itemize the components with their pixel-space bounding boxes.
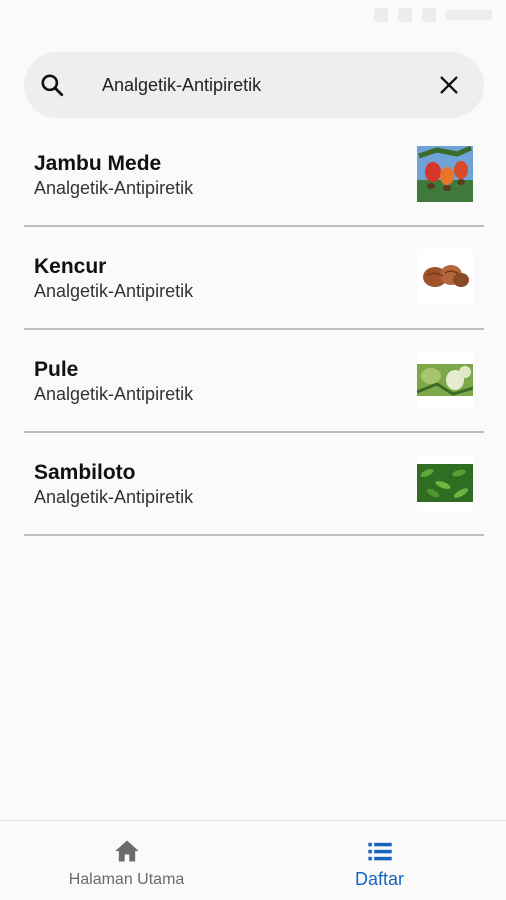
- list-item[interactable]: Pule Analgetik-Antipiretik: [24, 330, 484, 433]
- search-input[interactable]: [102, 52, 422, 118]
- bottom-navigation: Halaman Utama Daftar: [0, 820, 506, 900]
- cashew-fruit-thumbnail: [417, 146, 473, 202]
- item-subtitle: Analgetik-Antipiretik: [34, 384, 194, 404]
- item-title: Sambiloto: [34, 461, 136, 484]
- close-icon[interactable]: [438, 74, 460, 96]
- list-item[interactable]: Jambu Mede Analgetik-Antipiretik: [24, 124, 484, 227]
- item-title: Jambu Mede: [34, 152, 162, 175]
- nav-list-label: Daftar: [354, 869, 405, 889]
- nav-home[interactable]: Halaman Utama: [0, 821, 253, 900]
- status-icon: [422, 8, 436, 22]
- plant-list: Jambu Mede Analgetik-Antipiretik Kencur …: [24, 124, 484, 536]
- search-icon[interactable]: [39, 72, 65, 98]
- status-clock: [446, 10, 492, 20]
- sambiloto-leaves-thumbnail: [417, 455, 473, 511]
- item-subtitle: Analgetik-Antipiretik: [34, 281, 194, 301]
- status-icons: [374, 8, 492, 22]
- item-subtitle: Analgetik-Antipiretik: [34, 178, 194, 198]
- search-bar[interactable]: [24, 52, 484, 118]
- item-subtitle: Analgetik-Antipiretik: [34, 487, 194, 507]
- nav-home-label: Halaman Utama: [68, 871, 185, 888]
- status-bar: [0, 0, 506, 36]
- kencur-rhizome-thumbnail: [417, 249, 473, 305]
- status-icon: [398, 8, 412, 22]
- item-title: Kencur: [34, 255, 107, 278]
- status-icon: [374, 8, 388, 22]
- item-title: Pule: [34, 358, 79, 381]
- home-icon: [114, 840, 139, 862]
- list-item[interactable]: Kencur Analgetik-Antipiretik: [24, 227, 484, 330]
- nav-list[interactable]: Daftar: [253, 821, 506, 900]
- pule-flowers-thumbnail: [417, 352, 473, 408]
- list-item[interactable]: Sambiloto Analgetik-Antipiretik: [24, 433, 484, 536]
- list-icon: [367, 842, 392, 861]
